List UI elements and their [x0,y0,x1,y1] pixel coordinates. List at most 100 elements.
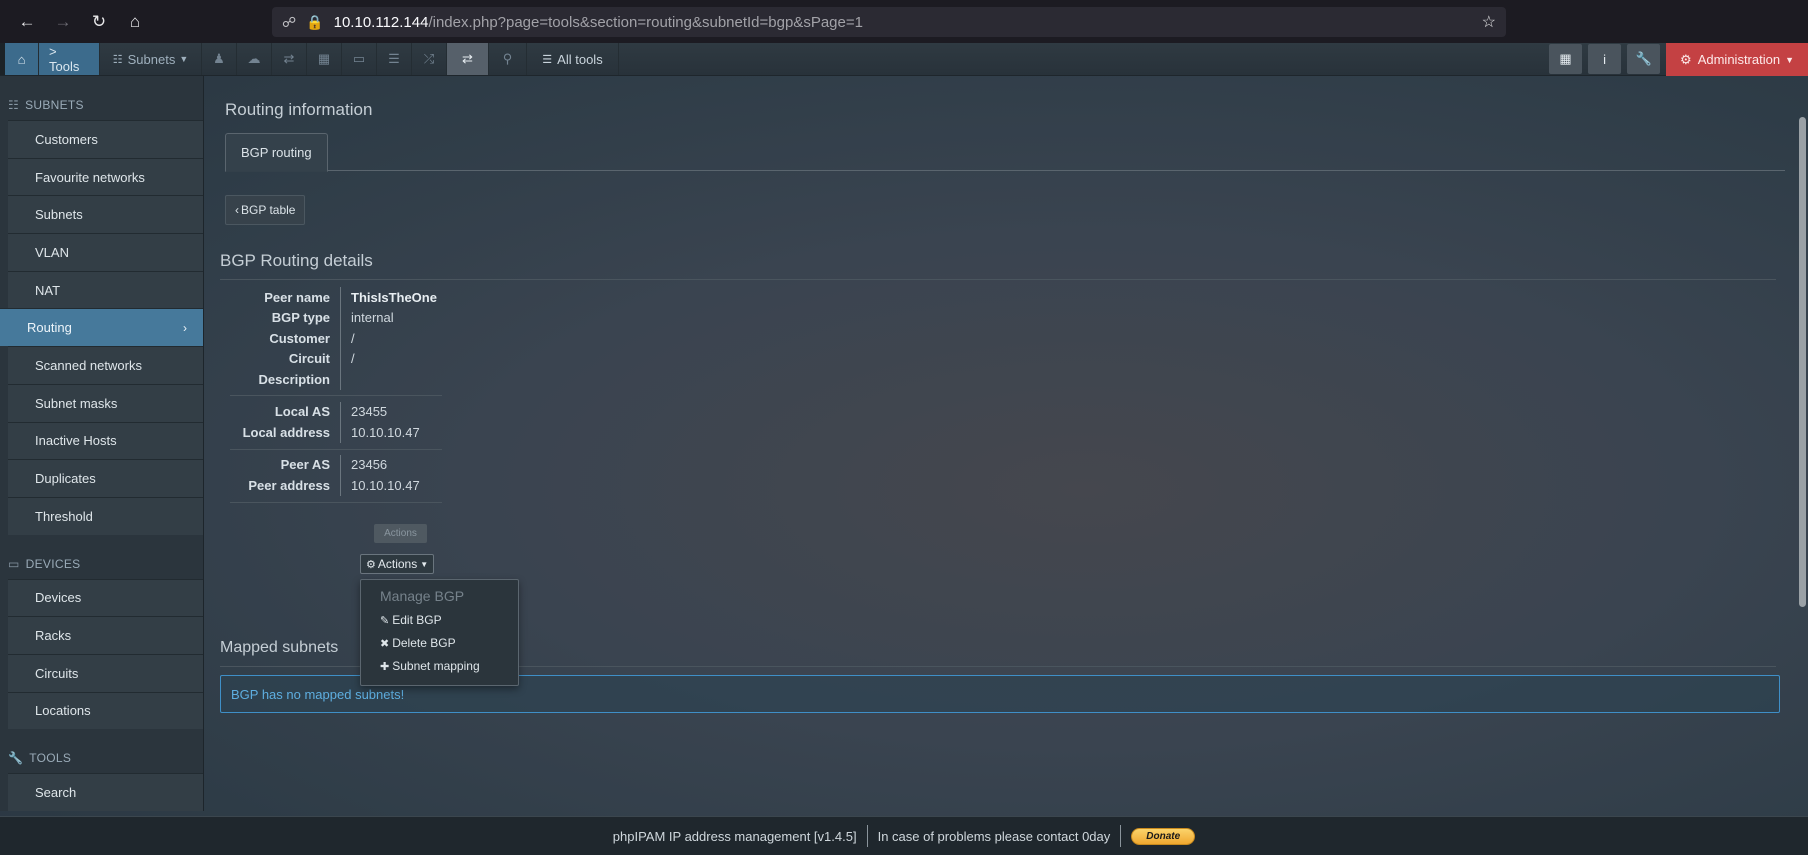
shield-icon: ☍ [282,13,297,30]
users-icon[interactable]: ♟ [202,43,237,75]
customer-label: Customer [269,330,330,346]
sidebar-item-subnet-masks[interactable]: Subnet masks [8,383,203,422]
page-title: Routing information [225,100,373,119]
sidebar: ☷ SUBNETS Customers Favourite networks S… [0,76,204,811]
sidebar-item-duplicates[interactable]: Duplicates [8,459,203,497]
table-row: Peer address 10.10.10.47 [230,475,437,496]
sitemap-icon: ☷ [8,98,20,112]
home-icon[interactable]: ⌂ [118,5,152,39]
subnet-mapping-label: Subnet mapping [392,659,480,673]
info-icon[interactable]: i [1588,44,1622,74]
browser-toolbar: ← → ↻ ⌂ ☍ 🔒 10.10.112.144/index.php?page… [0,0,1808,43]
close-icon: ✖ [380,637,390,650]
dropdown-header: Manage BGP [380,588,465,604]
cloud-icon[interactable]: ☁ [237,43,272,75]
exchange-icon[interactable]: ⇄ [272,43,307,75]
peer-address-value: 10.10.10.47 [340,475,420,496]
table-row: Customer / [230,328,437,349]
table-row: Peer name ThisIsTheOne [230,287,437,308]
url-bar[interactable]: ☍ 🔒 10.10.112.144/index.php?page=tools&s… [272,7,1506,37]
scrollbar[interactable] [1799,117,1806,607]
actions-label: Actions [377,557,418,571]
nav-home-icon[interactable]: ⌂ [5,43,39,75]
caret-down-icon: ▼ [1785,54,1794,65]
desktop-icon: ▭ [8,556,20,571]
details-group-peer: Peer AS 23456 Peer address 10.10.10.47 [230,454,442,503]
gears-icon: ⚙ [366,558,376,571]
details-group-general: Peer name ThisIsTheOne BGP type internal… [230,287,442,396]
sidebar-item-favourite-networks[interactable]: Favourite networks [8,157,203,196]
nav-tools[interactable]: > Tools [39,43,100,75]
caret-down-icon: ▼ [420,559,429,569]
bgp-details-table: Peer name ThisIsTheOne BGP type internal… [230,287,442,508]
back-arrow-icon[interactable]: ← [10,5,44,39]
reload-icon[interactable]: ↻ [82,5,116,39]
table-row: BGP type internal [230,307,437,328]
bookmark-star-icon[interactable]: ☆ [1482,12,1496,32]
sidebar-item-circuits[interactable]: Circuits [8,653,203,692]
dashboard-icon[interactable]: ▦ [1549,44,1583,74]
url-path: /index.php?page=tools&section=routing&su… [428,13,863,31]
sitemap-icon: ☷ [112,53,123,66]
lock-icon: 🔒 [306,13,324,30]
table-row: Circuit / [230,348,437,369]
footer: phpIPAM IP address management [v1.4.5] I… [0,816,1808,855]
wrench-icon[interactable]: 🔧 [1627,44,1661,74]
desktop-icon[interactable]: ▭ [342,43,377,75]
forward-arrow-icon[interactable]: → [46,5,80,39]
edit-bgp-menu-item[interactable]: ✎ Edit BGP [380,613,442,627]
nav-subnets-label: Subnets [127,51,176,67]
peer-name-label: Peer name [264,289,330,305]
map-icon[interactable]: ▦ [307,43,342,75]
local-address-value: 10.10.10.47 [340,422,420,443]
delete-bgp-menu-item[interactable]: ✖ Delete BGP [380,636,456,650]
subnet-mapping-menu-item[interactable]: ✚ Subnet mapping [380,659,480,673]
main-content: Routing information BGP routing ‹ BGP ta… [220,76,1790,811]
nav-subnets[interactable]: ☷ Subnets ▼ [100,43,202,75]
peer-name-value: ThisIsTheOne [340,287,437,308]
sidebar-item-customers[interactable]: Customers [8,120,203,158]
table-row: Description [230,369,437,390]
details-group-local: Local AS 23455 Local address 10.10.10.47 [230,401,442,450]
circuit-label: Circuit [288,351,330,367]
sidebar-item-threshold[interactable]: Threshold [8,496,203,535]
sidebar-item-routing[interactable]: Routing › [0,308,203,347]
search-icon[interactable]: ⚲ [489,43,527,75]
bgp-table-button[interactable]: ‹ BGP table [225,195,306,225]
delete-bgp-label: Delete BGP [392,636,456,650]
administration-menu[interactable]: ⚙ Administration ▼ [1666,43,1808,76]
list-icon: ☰ [542,53,553,66]
local-as-label: Local AS [274,404,330,420]
actions-tooltip: Actions [374,524,427,543]
top-navbar: ⌂ > Tools ☷ Subnets ▼ ♟ ☁ ⇄ ▦ ▭ ☰ ⤮ ⇄ ⚲ … [0,43,1808,76]
routing-icon[interactable]: ⇄ [447,43,489,75]
sidebar-item-vlan[interactable]: VLAN [8,233,203,271]
actions-dropdown-menu: Manage BGP ✎ Edit BGP ✖ Delete BGP ✚ Sub… [360,579,519,686]
footer-divider [866,825,868,847]
sidebar-item-racks[interactable]: Racks [8,616,203,654]
description-label: Description [258,371,330,387]
donate-button[interactable]: Donate [1131,827,1196,845]
list-icon[interactable]: ☰ [377,43,412,75]
bgp-type-value: internal [340,307,394,328]
chevron-right-icon: › [183,320,187,335]
sidebar-item-devices[interactable]: Devices [8,578,203,617]
nav-all-tools[interactable]: ☰ All tools [527,43,619,75]
chevron-left-icon: ‹ [235,203,239,217]
sidebar-item-subnets[interactable]: Subnets [8,195,203,234]
sidebar-item-inactive-hosts[interactable]: Inactive Hosts [8,421,203,460]
tab-bar: BGP routing [225,133,1785,172]
sidebar-heading-label: SUBNETS [25,98,84,112]
sidebar-heading-label: TOOLS [29,751,72,766]
tab-bgp-routing[interactable]: BGP routing [225,133,328,172]
sidebar-item-label: Routing [27,320,72,336]
actions-button[interactable]: ⚙ Actions ▼ [360,554,435,574]
bgp-table-label: BGP table [241,203,296,217]
sidebar-item-nat[interactable]: NAT [8,270,203,309]
random-icon[interactable]: ⤮ [412,43,447,75]
local-address-label: Local address [242,424,330,440]
divider [230,395,442,396]
sidebar-item-search[interactable]: Search [8,773,203,811]
sidebar-item-locations[interactable]: Locations [8,691,203,730]
sidebar-item-scanned-networks[interactable]: Scanned networks [8,346,203,384]
